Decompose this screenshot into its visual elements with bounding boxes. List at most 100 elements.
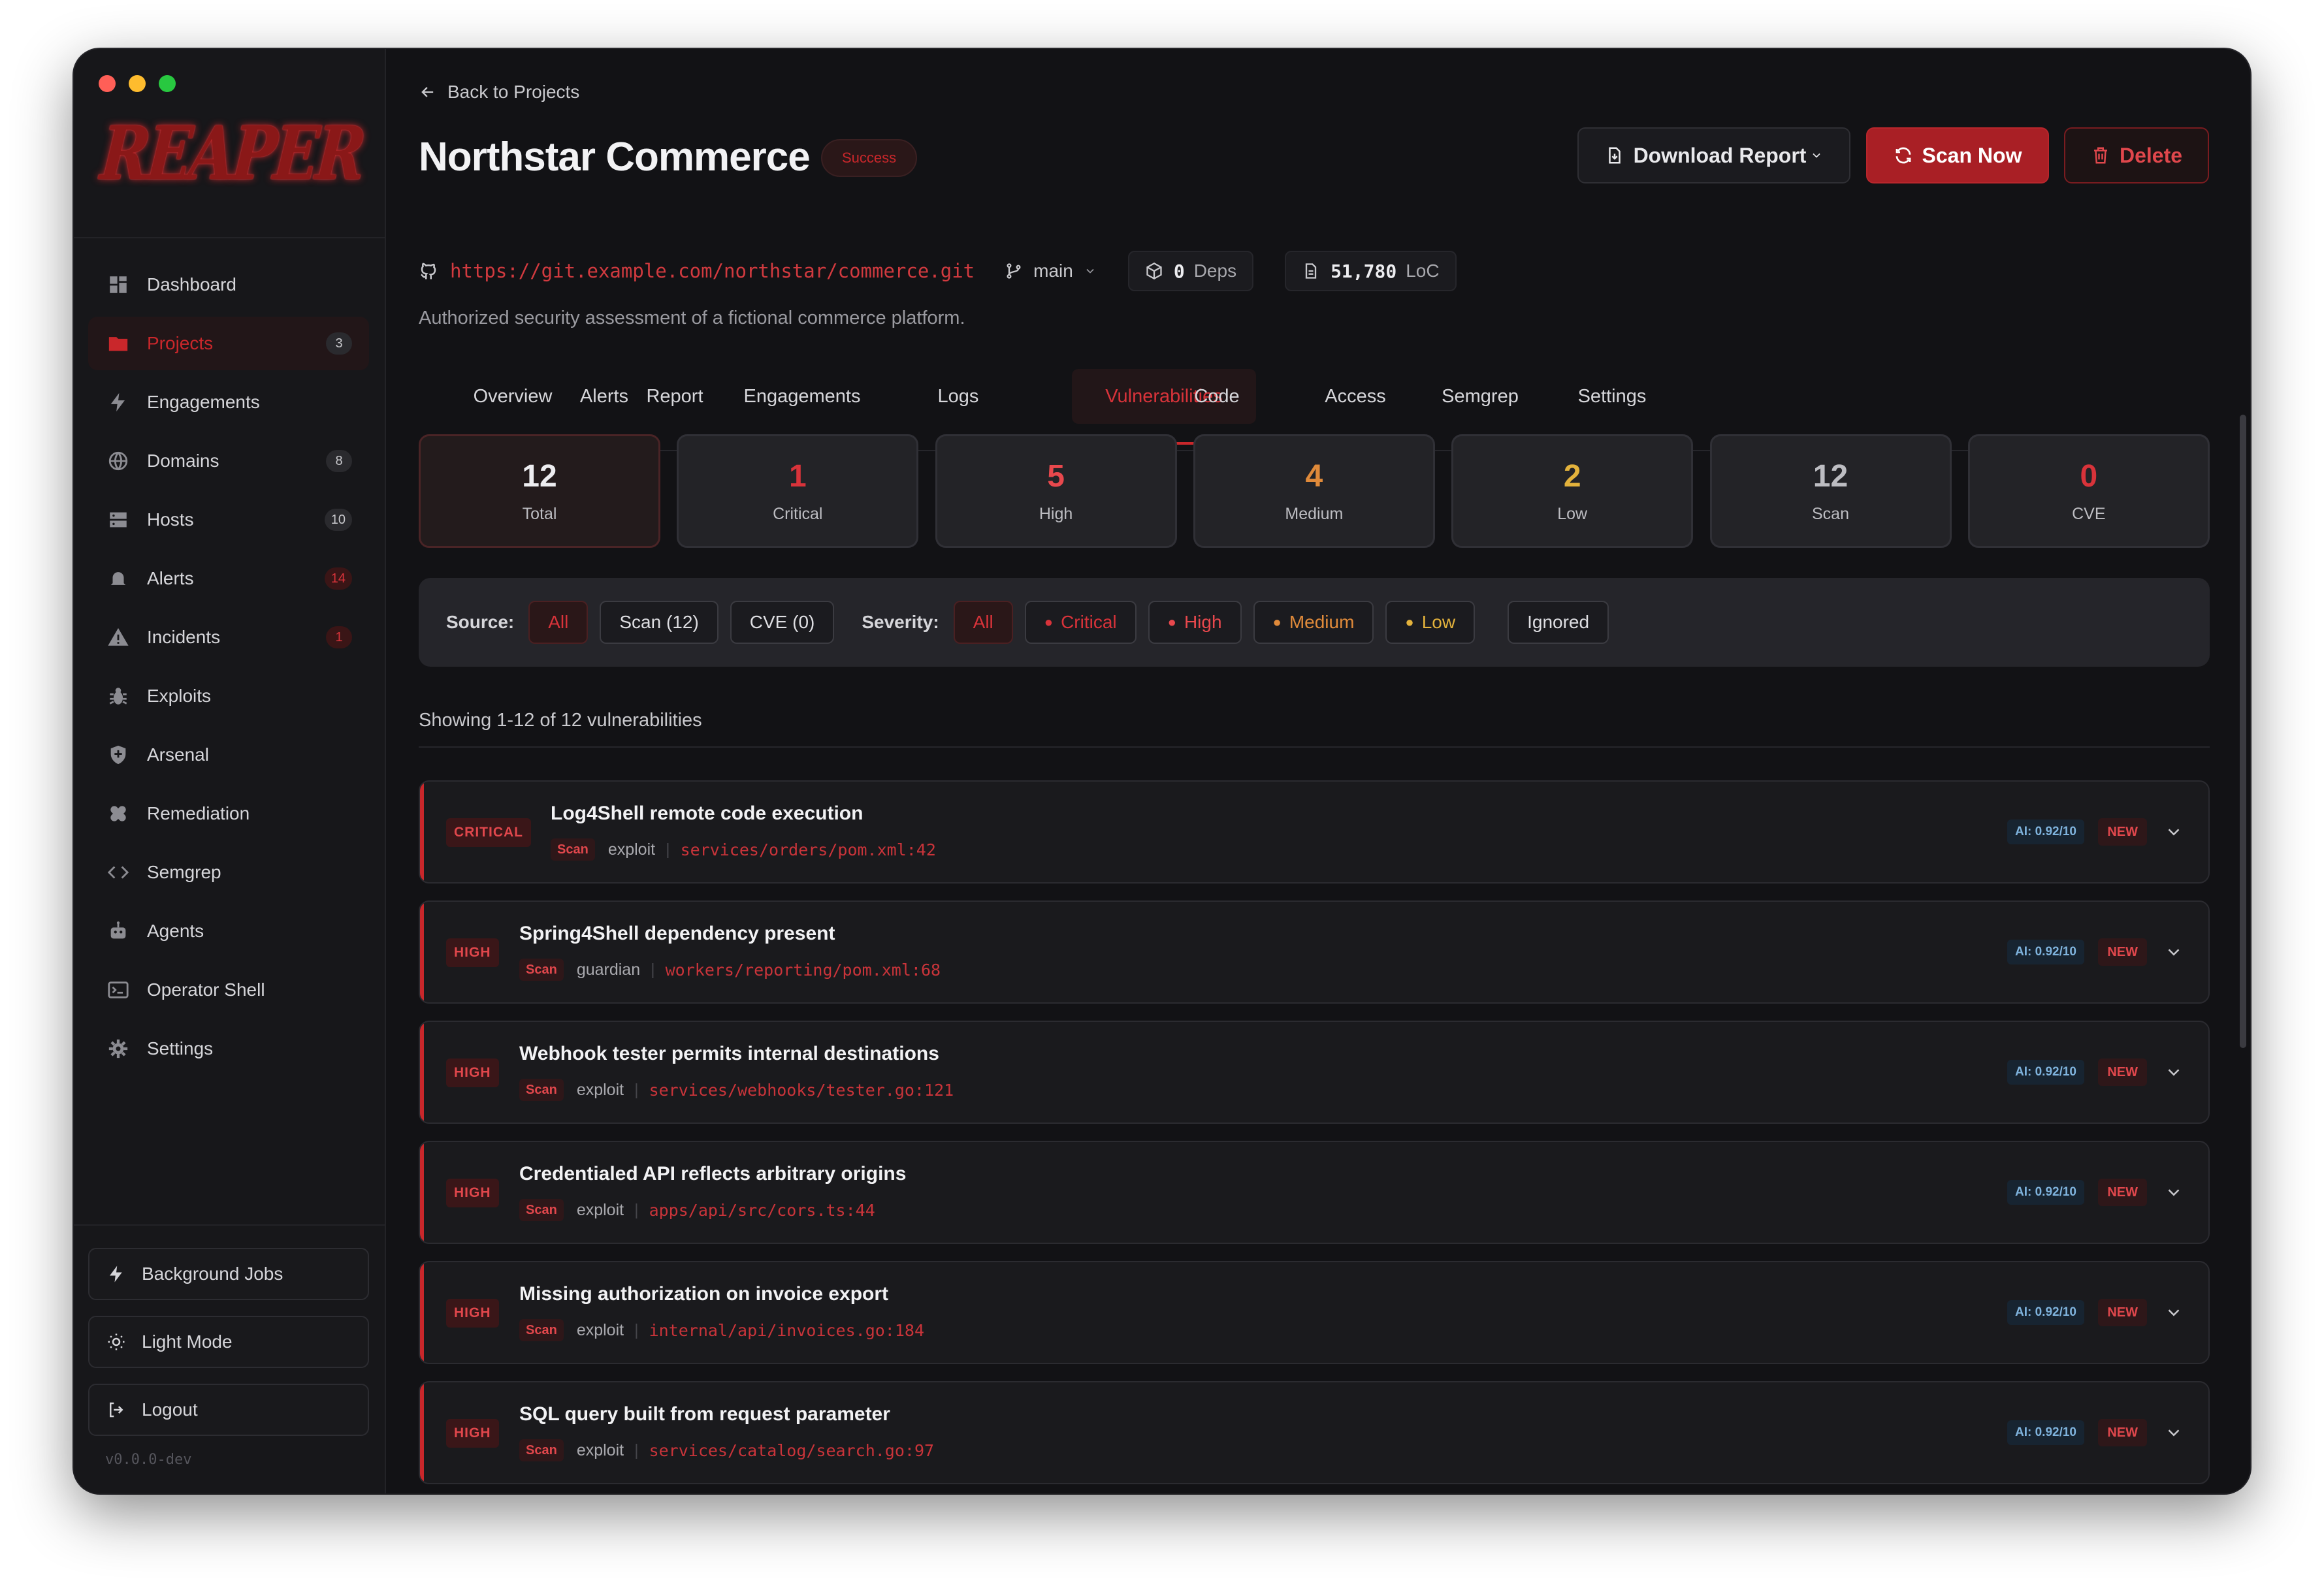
- filter-bar: Source: All Scan (12) CVE (0) Severity: Al…: [419, 578, 2210, 667]
- sidebar-item-dashboard[interactable]: Dashboard: [88, 258, 369, 311]
- severity-filter-medium[interactable]: ● Medium: [1253, 601, 1374, 644]
- vulnerability-title: Missing authorization on invoice export: [519, 1283, 889, 1305]
- logout-button[interactable]: Logout: [88, 1384, 369, 1436]
- sidebar-item-semgrep[interactable]: Semgrep: [88, 846, 369, 899]
- stat-label: Scan: [1812, 505, 1849, 523]
- dot-icon: ●: [1272, 614, 1282, 630]
- stat-card-cve[interactable]: 0 CVE: [1967, 434, 2210, 548]
- vulnerability-meta: Scan exploit | services/webhooks/tester.go:…: [519, 1077, 954, 1103]
- stat-card-medium[interactable]: 4 Medium: [1193, 434, 1435, 548]
- delete-button[interactable]: Delete: [2064, 127, 2209, 183]
- package-icon: [1146, 262, 1162, 280]
- refresh-icon: [1896, 147, 1911, 164]
- loc-chip: 51,780 LoC: [1285, 251, 1457, 291]
- severity-stats: 12 Total 1 Critical 5 High 4 Medium 2 Low 12 Scan 0 C…: [419, 434, 2210, 549]
- minimize-window-button[interactable]: [129, 75, 146, 92]
- sidebar: REAPER Dashboard Projects 3 Engagements Doma…: [74, 49, 386, 1493]
- download-report-button[interactable]: Download Report: [1577, 127, 1850, 183]
- source-filter-scan-12[interactable]: Scan (12): [600, 601, 718, 644]
- tab-access[interactable]: Access: [1316, 369, 1395, 424]
- stat-value: 1: [788, 459, 807, 494]
- stat-card-scan[interactable]: 12 Scan: [1709, 434, 1952, 548]
- file-path[interactable]: services/orders/pom.xml:42: [681, 840, 936, 859]
- stat-card-total[interactable]: 12 Total: [419, 434, 660, 548]
- vulnerability-row[interactable]: HIGH Missing authorization on invoice exp…: [419, 1261, 2210, 1364]
- vulnerability-meta: Scan exploit | apps/api/src/cors.ts:44: [519, 1197, 875, 1223]
- status-badge: NEW: [2098, 1059, 2147, 1086]
- back-to-projects-link[interactable]: Back to Projects: [419, 82, 579, 103]
- robot-icon: [106, 919, 130, 943]
- chevron-down-icon[interactable]: [2164, 822, 2184, 842]
- file-path[interactable]: services/webhooks/tester.go:121: [649, 1081, 954, 1100]
- scrollbar[interactable]: [2240, 415, 2246, 1048]
- vulnerability-meta: Scan exploit | services/orders/pom.xml:42: [551, 836, 936, 863]
- source-tag: Scan: [519, 1199, 564, 1221]
- scan-now-button[interactable]: Scan Now: [1866, 127, 2049, 183]
- vulnerability-meta: Scan exploit | internal/api/invoices.go:184: [519, 1317, 924, 1343]
- sidebar-item-remediation[interactable]: Remediation: [88, 787, 369, 840]
- bandage-icon: [106, 802, 130, 825]
- filter-ignored[interactable]: Ignored: [1508, 601, 1609, 644]
- chevron-down-icon[interactable]: [2164, 1062, 2184, 1082]
- branch-selector[interactable]: main: [1005, 261, 1097, 281]
- severity-filter-high[interactable]: ● High: [1148, 601, 1242, 644]
- file-path[interactable]: internal/api/invoices.go:184: [649, 1321, 924, 1340]
- severity-filter-all[interactable]: All: [953, 601, 1013, 644]
- sidebar-item-incidents[interactable]: Incidents 1: [88, 611, 369, 664]
- bell-icon: [106, 567, 130, 590]
- tab-engagements[interactable]: Engagements: [709, 369, 896, 424]
- finding-type: exploit: [607, 840, 656, 859]
- tab-semgrep[interactable]: Semgrep: [1426, 369, 1534, 424]
- sidebar-item-hosts[interactable]: Hosts 10: [88, 493, 369, 547]
- sidebar-item-agents[interactable]: Agents: [88, 904, 369, 958]
- sidebar-item-engagements[interactable]: Engagements: [88, 375, 369, 429]
- chevron-down-icon[interactable]: [2164, 942, 2184, 962]
- vulnerability-row[interactable]: HIGH Webhook tester permits internal dest…: [419, 1021, 2210, 1124]
- chevron-down-icon[interactable]: [2164, 1183, 2184, 1202]
- sidebar-item-settings[interactable]: Settings: [88, 1022, 369, 1075]
- file-path[interactable]: workers/reporting/pom.xml:68: [666, 961, 941, 979]
- tab-settings[interactable]: Settings: [1559, 369, 1665, 424]
- chevron-down-icon[interactable]: [2164, 1423, 2184, 1442]
- tab-code[interactable]: Code: [1178, 369, 1256, 424]
- status-badge: NEW: [2098, 1419, 2147, 1446]
- severity-filter-critical[interactable]: ● Critical: [1024, 601, 1137, 644]
- chevron-down-icon[interactable]: [2164, 1303, 2184, 1322]
- source-tag: Scan: [519, 959, 564, 981]
- sidebar-item-domains[interactable]: Domains 8: [88, 434, 369, 488]
- stat-card-high[interactable]: 5 High: [935, 434, 1177, 548]
- ai-score-badge: AI: 0.92/10: [2007, 820, 2084, 844]
- finding-type: exploit: [576, 1080, 624, 1099]
- close-window-button[interactable]: [99, 75, 116, 92]
- sun-icon: [108, 1333, 125, 1350]
- stat-card-low[interactable]: 2 Low: [1451, 434, 1694, 548]
- sidebar-item-alerts[interactable]: Alerts 14: [88, 552, 369, 605]
- git-icon: [421, 263, 436, 279]
- stat-card-critical[interactable]: 1 Critical: [677, 434, 919, 548]
- background-jobs-button[interactable]: Background Jobs: [88, 1248, 369, 1300]
- tab-bar: Overview Alerts Report Engagements Logs Vulne…: [419, 323, 2210, 451]
- severity-filter-low[interactable]: ● Low: [1385, 601, 1476, 644]
- vulnerability-row[interactable]: HIGH Spring4Shell dependency present Scan g…: [419, 900, 2210, 1004]
- reaper-logo[interactable]: REAPER: [97, 110, 366, 197]
- zoom-window-button[interactable]: [159, 75, 176, 92]
- light-mode-button[interactable]: Light Mode: [88, 1316, 369, 1368]
- file-path[interactable]: services/catalog/search.go:97: [649, 1441, 935, 1460]
- sidebar-item-exploits[interactable]: Exploits: [88, 669, 369, 723]
- vulnerability-title: Spring4Shell dependency present: [519, 923, 835, 944]
- tab-logs[interactable]: Logs: [919, 369, 997, 424]
- sidebar-item-projects[interactable]: Projects 3: [88, 317, 369, 370]
- sidebar-item-arsenal[interactable]: Arsenal: [88, 728, 369, 782]
- vulnerability-row[interactable]: HIGH SQL query built from request paramet…: [419, 1381, 2210, 1484]
- repo-meta: https://git.example.com/northstar/commer…: [419, 251, 1457, 291]
- sidebar-item-operator-shell[interactable]: Operator Shell: [88, 963, 369, 1017]
- repo-link[interactable]: https://git.example.com/northstar/commer…: [419, 260, 975, 282]
- vulnerability-row[interactable]: HIGH Credentialed API reflects arbitrary …: [419, 1141, 2210, 1244]
- sidebar-item-label: Engagements: [147, 392, 260, 412]
- sidebar-item-label: Exploits: [147, 686, 212, 706]
- file-path[interactable]: apps/api/src/cors.ts:44: [649, 1201, 875, 1220]
- tab-overview[interactable]: Overview: [459, 369, 566, 424]
- vulnerability-row[interactable]: CRITICAL Log4Shell remote code execution S…: [419, 780, 2210, 884]
- source-filter-all[interactable]: All: [528, 601, 589, 644]
- source-filter-cve-0[interactable]: CVE (0): [730, 601, 835, 644]
